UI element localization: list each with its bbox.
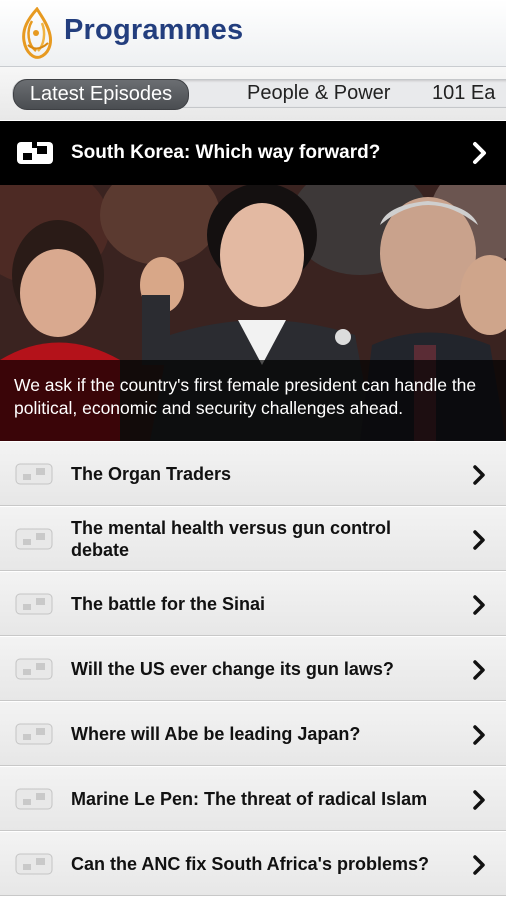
list-item[interactable]: The mental health versus gun control deb… <box>0 506 506 571</box>
video-icon <box>15 788 53 810</box>
video-icon <box>15 658 53 680</box>
featured-episode-header[interactable]: South Korea: Which way forward? <box>0 121 506 185</box>
chevron-right-icon <box>473 855 485 875</box>
featured-episode-caption: We ask if the country's first female pre… <box>0 360 506 441</box>
featured-episode-title: South Korea: Which way forward? <box>71 142 381 163</box>
chevron-right-icon <box>473 660 485 680</box>
episode-title: The Organ Traders <box>71 463 232 484</box>
featured-episode-image[interactable]: We ask if the country's first female pre… <box>0 185 506 441</box>
video-icon <box>15 463 53 485</box>
list-item[interactable]: Where will Abe be leading Japan? <box>0 701 506 766</box>
list-item[interactable]: The battle for the Sinai <box>0 571 506 636</box>
chevron-right-icon <box>473 142 486 164</box>
tab-latest-episodes[interactable]: Latest Episodes <box>13 79 189 110</box>
chevron-right-icon <box>473 725 485 745</box>
chevron-right-icon <box>473 465 485 485</box>
app-header: Programmes <box>0 0 506 67</box>
tab-101-east[interactable]: 101 Ea <box>432 79 495 108</box>
video-icon <box>15 528 53 550</box>
episode-title: Can the ANC fix South Africa's problems? <box>71 853 429 874</box>
aljazeera-logo-icon <box>22 7 52 59</box>
episode-title: The battle for the Sinai <box>71 593 266 614</box>
chevron-right-icon <box>473 530 485 550</box>
video-icon <box>15 593 53 615</box>
caption-text: We ask if the country's first female pre… <box>14 375 477 418</box>
chevron-right-icon <box>473 595 485 615</box>
list-item[interactable]: The Organ Traders <box>0 441 506 506</box>
page-title: Programmes <box>64 14 244 46</box>
tab-people-and-power[interactable]: People & Power <box>247 79 390 108</box>
episode-title: The mental health versus gun control deb… <box>71 517 392 560</box>
list-item[interactable]: Marine Le Pen: The threat of radical Isl… <box>0 766 506 831</box>
list-item[interactable]: Can the ANC fix South Africa's problems? <box>0 831 506 896</box>
episode-title: Where will Abe be leading Japan? <box>71 723 361 744</box>
episode-title: Will the US ever change its gun laws? <box>71 658 394 679</box>
episode-list: The Organ Traders The mental health vers… <box>0 441 506 896</box>
video-icon <box>15 853 53 875</box>
episode-title: Marine Le Pen: The threat of radical Isl… <box>71 788 428 809</box>
tab-bar: Latest Episodes People & Power 101 Ea <box>0 67 506 120</box>
list-item[interactable]: Will the US ever change its gun laws? <box>0 636 506 701</box>
chevron-right-icon <box>473 790 485 810</box>
video-icon <box>17 142 53 164</box>
video-icon <box>15 723 53 745</box>
